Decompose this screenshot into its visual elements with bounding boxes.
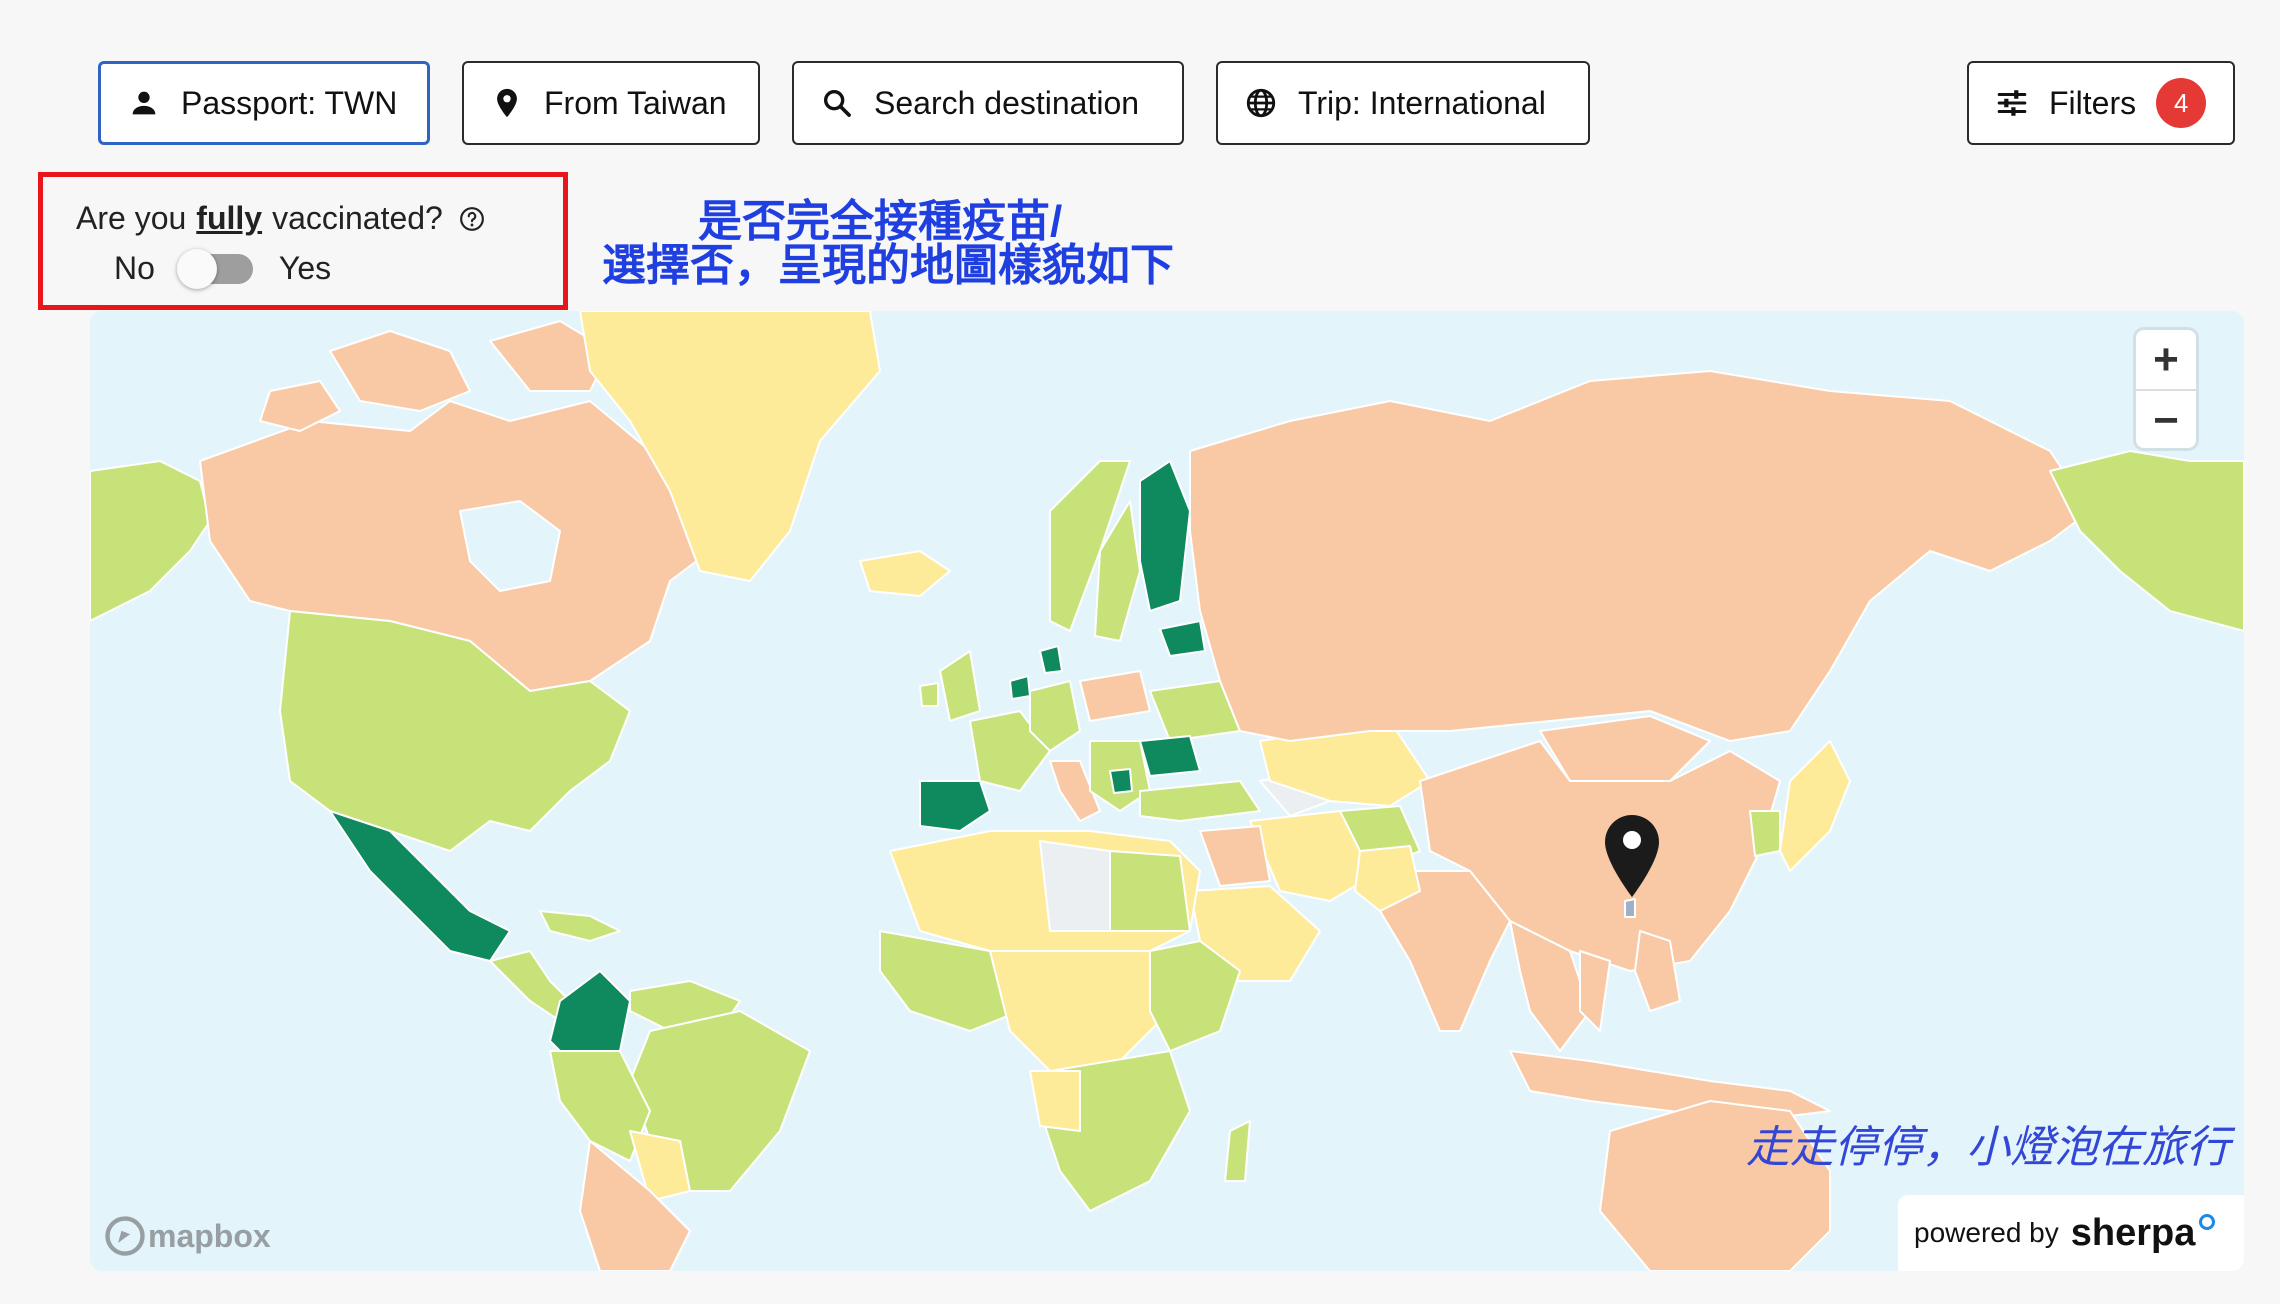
arctic-islands-region	[329, 330, 471, 412]
annotation-line-2: 選擇否，呈現的地圖樣貌如下	[602, 241, 1174, 290]
question-suffix: vaccinated?	[272, 200, 443, 236]
madagascar-region	[1224, 1120, 1251, 1182]
japan-region	[1779, 740, 1851, 872]
from-location-label: From Taiwan	[544, 84, 727, 121]
help-icon[interactable]	[459, 206, 485, 232]
sherpa-brand: sherpa	[2070, 1211, 2196, 1254]
filters-count-badge: 4	[2156, 78, 2207, 128]
zoom-in-button[interactable]: +	[2136, 330, 2196, 389]
vaccination-toggle[interactable]	[176, 248, 253, 289]
angola-region	[1029, 1070, 1081, 1132]
question-prefix: Are you	[76, 200, 187, 236]
mapbox-label: mapbox	[148, 1217, 271, 1254]
mapbox-logo[interactable]: mapbox	[104, 1215, 271, 1257]
turkey-region	[1139, 780, 1261, 822]
passport-label: Passport: TWN	[181, 84, 398, 121]
taiwan-region	[1624, 898, 1636, 918]
vaccination-toggle-row: No Yes	[114, 248, 332, 289]
page: Passport: TWN From Taiwan Search destina…	[0, 0, 2280, 1304]
romania-region	[1139, 735, 1201, 777]
poland-region	[1079, 670, 1151, 722]
zoom-control: + −	[2136, 330, 2196, 448]
passport-button[interactable]: Passport: TWN	[98, 61, 430, 145]
search-destination-button[interactable]: Search destination	[792, 61, 1184, 145]
netherlands-region	[1009, 675, 1031, 700]
annotation-line-1: 是否完全接種疫苗/	[698, 197, 1063, 246]
taiwan-location-pin-icon[interactable]	[1603, 813, 1661, 899]
powered-by-label: powered by	[1914, 1217, 2059, 1248]
iraq-region	[1199, 825, 1271, 887]
serbia-region	[1109, 768, 1133, 794]
central-africa-region	[989, 950, 1171, 1072]
vaccination-question: Are you fully vaccinated?	[76, 200, 485, 237]
trip-type-label: Trip: International	[1298, 84, 1546, 121]
highlight-box	[38, 172, 568, 310]
spain-region	[919, 780, 991, 832]
search-icon	[823, 89, 851, 117]
uk-region	[939, 650, 981, 722]
alaska-right-region	[2049, 450, 2244, 632]
caribbean-region	[539, 910, 621, 942]
world-map[interactable]: + − mapbox 走走停停，小燈泡在旅行 powered by sherpa	[90, 311, 2244, 1271]
russia-region	[1189, 370, 2091, 742]
globe-icon	[1246, 88, 1276, 118]
egypt-region	[1109, 850, 1191, 932]
powered-by-sherpa[interactable]: powered by sherpa	[1898, 1195, 2244, 1271]
filters-button[interactable]: Filters 4	[1967, 61, 2235, 145]
libya-region	[1039, 840, 1111, 932]
toggle-no-label: No	[114, 250, 155, 286]
person-icon	[132, 91, 156, 115]
toggle-knob	[176, 248, 217, 289]
zoom-out-button[interactable]: −	[2136, 389, 2196, 450]
korea-region	[1749, 810, 1781, 857]
finland-region	[1139, 460, 1191, 612]
mongolia-region	[1539, 715, 1711, 782]
search-destination-label: Search destination	[874, 84, 1140, 121]
sherpa-dot-icon	[2199, 1214, 2216, 1230]
ireland-region	[919, 682, 939, 707]
iceland-region	[859, 550, 951, 597]
trip-type-button[interactable]: Trip: International	[1216, 61, 1590, 145]
location-pin-icon	[497, 88, 517, 118]
sliders-icon	[1997, 90, 2027, 116]
from-location-button[interactable]: From Taiwan	[462, 61, 760, 145]
denmark-region	[1039, 645, 1063, 674]
question-emphasis: fully	[196, 200, 263, 236]
mapbox-mark-icon	[105, 1216, 145, 1256]
estonia-region	[1159, 620, 1206, 657]
toggle-yes-label: Yes	[278, 250, 332, 286]
watermark-text: 走走停停，小燈泡在旅行	[1746, 1123, 2230, 1172]
filters-label: Filters	[2049, 84, 2137, 121]
alaska-left-region	[90, 460, 211, 622]
